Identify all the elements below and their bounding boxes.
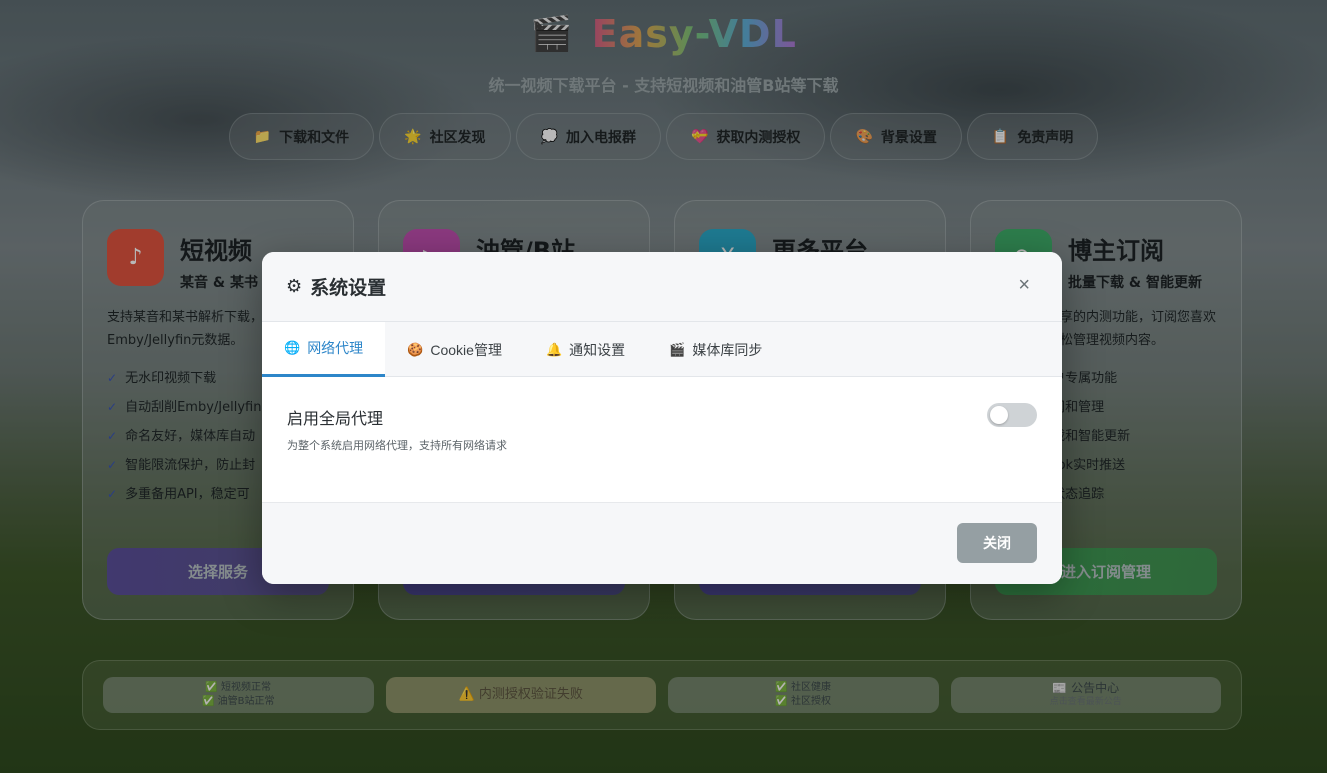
proxy-settings-panel: 启用全局代理 为整个系统启用网络代理，支持所有网络请求 <box>262 377 1062 503</box>
global-proxy-description: 为整个系统启用网络代理，支持所有网络请求 <box>287 440 507 452</box>
tab-label: 媒体库同步 <box>692 341 763 358</box>
gear-icon: ⚙ <box>286 276 303 296</box>
tab-bell[interactable]: 🔔 通知设置 <box>524 322 647 377</box>
close-icon[interactable]: × <box>1018 274 1030 297</box>
toggle-knob <box>990 406 1008 424</box>
close-button[interactable]: 关闭 <box>957 523 1037 563</box>
settings-modal: ⚙ 系统设置 × 🌐 网络代理 🍪 Cookie管理 🔔 通知设置 🎬 媒体库同步 启用全局代… <box>262 252 1062 584</box>
global-proxy-label: 启用全局代理 <box>287 411 384 428</box>
modal-title: 系统设置 <box>310 278 387 299</box>
globe-icon: 🌐 <box>284 340 301 355</box>
modal-header: ⚙ 系统设置 × <box>262 252 1062 322</box>
tab-globe[interactable]: 🌐 网络代理 <box>262 322 386 377</box>
tab-label: Cookie管理 <box>430 341 502 358</box>
tab-label: 网络代理 <box>307 340 364 356</box>
bell-icon: 🔔 <box>545 341 563 357</box>
clapper-icon: 🎬 <box>669 341 686 357</box>
modal-footer: 关闭 <box>262 503 1062 584</box>
tab-cookie[interactable]: 🍪 Cookie管理 <box>385 322 524 377</box>
global-proxy-toggle[interactable] <box>987 403 1037 427</box>
settings-tabs: 🌐 网络代理 🍪 Cookie管理 🔔 通知设置 🎬 媒体库同步 <box>262 322 1062 377</box>
tab-label: 通知设置 <box>569 341 626 358</box>
tab-clapper[interactable]: 🎬 媒体库同步 <box>647 322 784 377</box>
cookie-icon: 🍪 <box>407 341 424 357</box>
